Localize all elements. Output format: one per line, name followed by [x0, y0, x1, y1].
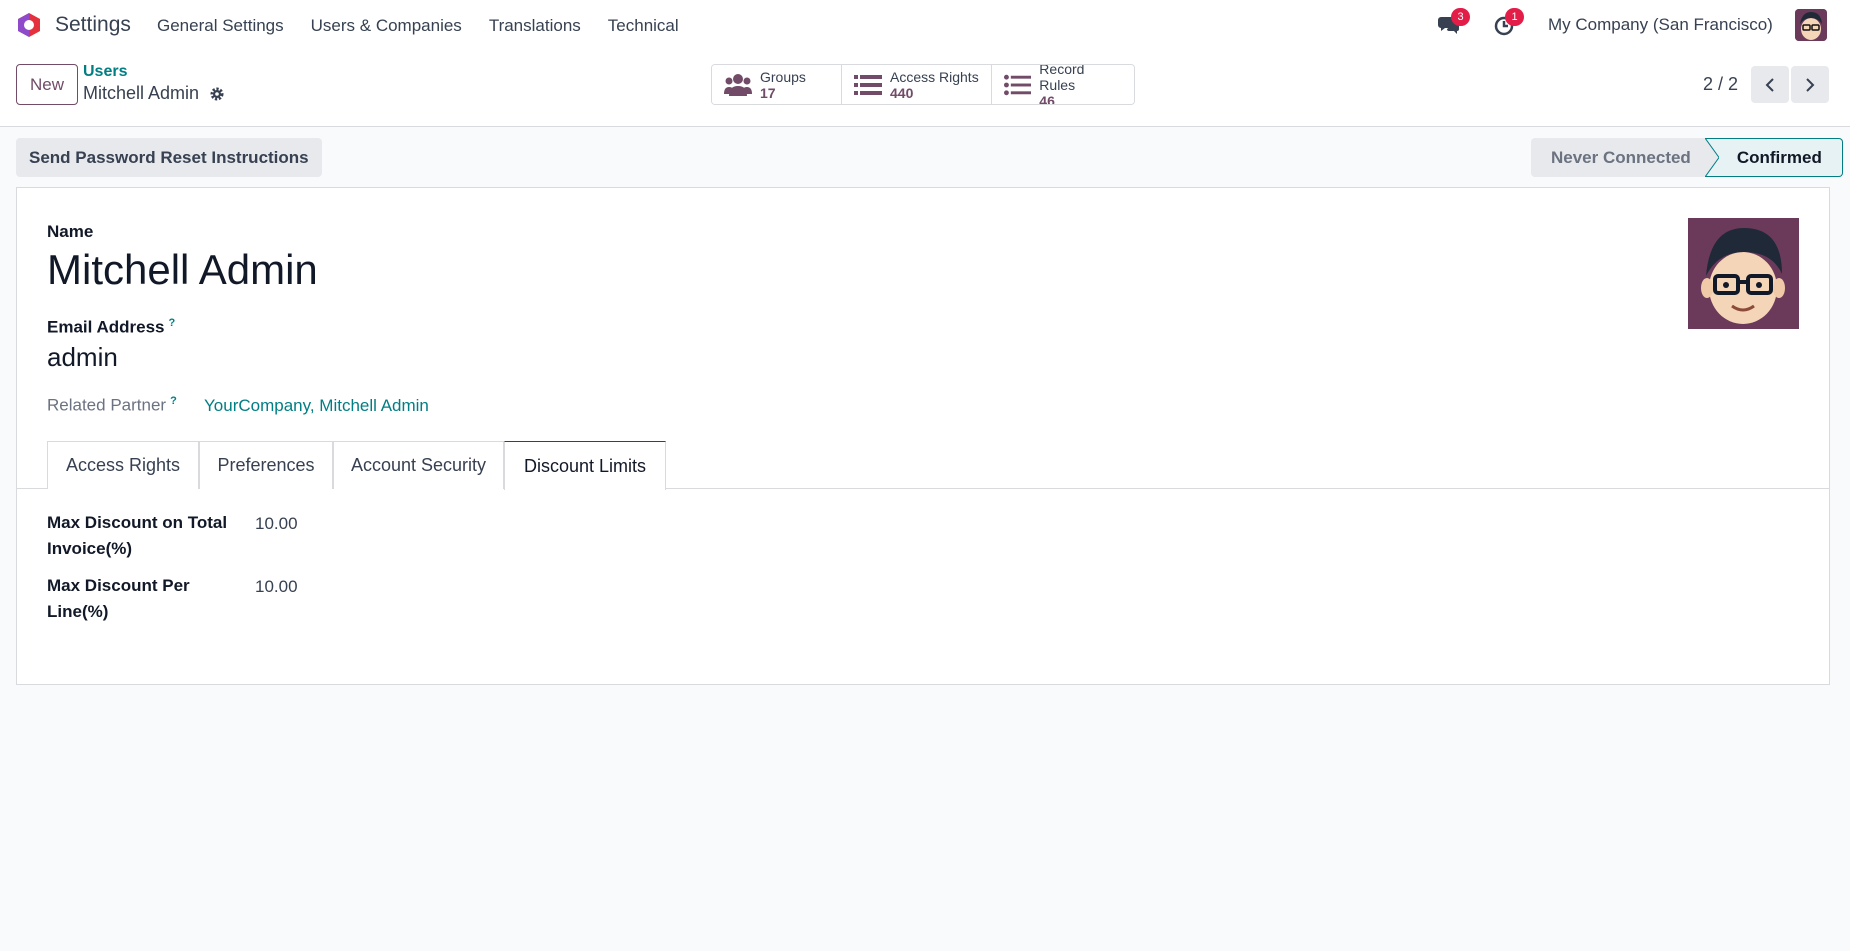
chevron-left-icon [1765, 77, 1774, 92]
status-bar: Never Connected Confirmed [1531, 138, 1843, 177]
form-sheet: Name Mitchell Admin Email Address? admin… [16, 187, 1830, 685]
related-partner-help-icon[interactable]: ? [170, 395, 177, 407]
control-panel: New Users Mitchell Admin Groups 17 Acces… [0, 50, 1850, 127]
breadcrumb-users[interactable]: Users [83, 63, 127, 81]
access-rights-count: 440 [890, 84, 914, 101]
groups-count: 17 [760, 84, 776, 101]
tab-preferences[interactable]: Preferences [199, 441, 333, 489]
notebook-tabs: Access Rights Preferences Account Securi… [17, 441, 1829, 490]
record-rules-smart-button[interactable]: Record Rules 46 [992, 65, 1134, 104]
new-button[interactable]: New [16, 64, 78, 105]
pager-value[interactable]: 2 / 2 [1703, 74, 1738, 95]
app-title[interactable]: Settings [55, 13, 131, 37]
stage-never-connected[interactable]: Never Connected [1531, 138, 1705, 177]
groups-smart-button[interactable]: Groups 17 [712, 65, 842, 104]
menu-item-users-companies[interactable]: Users & Companies [311, 16, 462, 36]
tab-access-rights[interactable]: Access Rights [47, 441, 199, 489]
list-icon [1004, 74, 1032, 95]
stage-arrow-icon [1704, 138, 1719, 177]
pager-next-button[interactable] [1791, 66, 1829, 103]
pager-previous-button[interactable] [1751, 66, 1789, 103]
user-avatar[interactable] [1795, 9, 1827, 41]
max-discount-line-label: Max Discount Per Line(%) [47, 576, 190, 621]
users-icon [724, 73, 752, 96]
menu-item-translations[interactable]: Translations [489, 16, 581, 36]
activities-button[interactable]: 1 [1493, 8, 1524, 36]
odoo-logo-icon[interactable] [16, 12, 42, 38]
tab-discount-limits[interactable]: Discount Limits [504, 441, 666, 490]
name-field[interactable]: Mitchell Admin [47, 246, 318, 294]
main-menu: General Settings Users & Companies Trans… [157, 16, 706, 36]
max-discount-invoice-label: Max Discount on Total Invoice(%) [47, 513, 228, 558]
company-switcher[interactable]: My Company (San Francisco) [1548, 15, 1773, 35]
menu-item-technical[interactable]: Technical [608, 16, 679, 36]
email-help-icon[interactable]: ? [168, 317, 175, 329]
max-discount-invoice-field[interactable]: 10.00 [255, 514, 298, 534]
messages-button[interactable]: 3 [1437, 8, 1470, 36]
related-partner-label: Related Partner? [47, 395, 177, 416]
tab-account-security[interactable]: Account Security [333, 441, 504, 489]
avatar-face-icon [1795, 9, 1827, 41]
max-discount-line-field[interactable]: 10.00 [255, 577, 298, 597]
menu-item-general-settings[interactable]: General Settings [157, 16, 284, 36]
name-label: Name [47, 222, 94, 241]
messages-badge: 3 [1451, 8, 1470, 26]
avatar-face-icon [1688, 218, 1799, 329]
access-rights-smart-button[interactable]: Access Rights 440 [842, 65, 992, 104]
related-partner-label-text: Related Partner [47, 395, 167, 415]
send-password-reset-button[interactable]: Send Password Reset Instructions [16, 138, 322, 177]
top-navbar: Settings General Settings Users & Compan… [0, 0, 1850, 50]
email-label-text: Email Address [47, 317, 165, 337]
breadcrumb-current: Mitchell Admin [83, 83, 200, 103]
activities-badge: 1 [1505, 8, 1524, 26]
email-label: Email Address? [47, 317, 175, 338]
groups-label: Groups [760, 68, 806, 85]
chevron-right-icon [1806, 77, 1815, 92]
access-rights-label: Access Rights [890, 68, 979, 85]
stage-confirmed[interactable]: Confirmed [1704, 138, 1843, 177]
user-photo[interactable] [1688, 218, 1799, 329]
related-partner-link[interactable]: YourCompany, Mitchell Admin [204, 396, 429, 416]
smart-buttons: Groups 17 Access Rights 440 Record Rules… [711, 64, 1135, 105]
list-icon [854, 74, 882, 95]
record-rules-label: Record Rules [1039, 64, 1085, 93]
record-rules-count: 46 [1039, 92, 1055, 105]
email-field[interactable]: admin [47, 342, 118, 373]
stage-confirmed-label: Confirmed [1736, 147, 1822, 167]
gear-icon[interactable] [209, 86, 225, 102]
